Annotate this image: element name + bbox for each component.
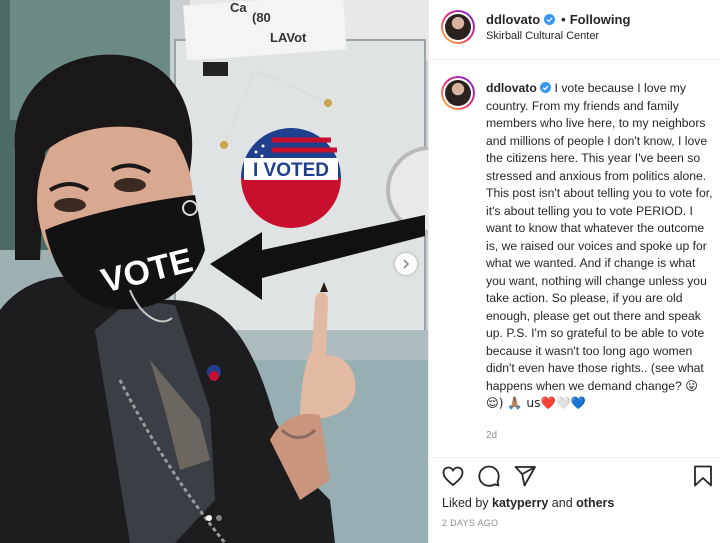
post-photo[interactable]: Ca (80 LAVot I VOTED VOTE [0,0,428,543]
action-bar: Liked by katyperry and others 2 DAYS AGO [429,457,720,543]
chevron-right-icon [403,259,410,269]
carousel-dot-active [206,515,212,521]
likes-summary: Liked by katyperry and others [442,496,614,510]
save-icon[interactable] [691,464,715,488]
carousel-dot [216,515,222,521]
post-date[interactable]: 2 DAYS AGO [442,518,498,528]
sign-text-2: (80 [252,10,271,25]
header-user-row: ddlovato • Following [486,12,630,27]
verified-badge-icon [540,82,552,93]
caption-time: 2d [486,430,498,441]
carousel-indicator [0,515,428,521]
heart-icon[interactable] [441,464,465,488]
caption-username[interactable]: ddlovato [486,81,537,95]
instagram-post: Ca (80 LAVot I VOTED VOTE ddlovato • Fol… [0,0,720,543]
verified-badge-icon [544,14,556,25]
liked-others-link[interactable]: others [576,496,614,510]
comment-icon[interactable] [477,464,501,488]
selfie-image: Ca (80 LAVot I VOTED VOTE [0,0,428,543]
sign-text-3: LAVot [270,30,307,45]
comments-area[interactable]: ddlovato I vote because I love my countr… [429,62,720,457]
caption: ddlovato I vote because I love my countr… [486,80,714,413]
caption-avatar[interactable] [441,76,475,110]
liked-mid: and [548,496,577,510]
location-link[interactable]: Skirball Cultural Center [486,30,599,42]
avatar[interactable] [441,10,475,44]
post-header: ddlovato • Following Skirball Cultural C… [429,0,720,60]
caption-text: I vote because I love my country. From m… [486,81,713,393]
post-side-panel: ddlovato • Following Skirball Cultural C… [428,0,720,543]
header-username[interactable]: ddlovato [486,12,540,27]
following-button[interactable]: Following [570,12,631,27]
header-separator: • [561,12,566,27]
liked-prefix: Liked by [442,496,493,510]
share-icon[interactable] [513,464,537,488]
i-voted-sticker: I VOTED [241,128,341,228]
liked-user-link[interactable]: katyperry [492,496,548,510]
sign-text-1: Ca [230,0,247,15]
sticker-text: I VOTED [253,160,329,181]
carousel-next-button[interactable] [395,253,417,275]
